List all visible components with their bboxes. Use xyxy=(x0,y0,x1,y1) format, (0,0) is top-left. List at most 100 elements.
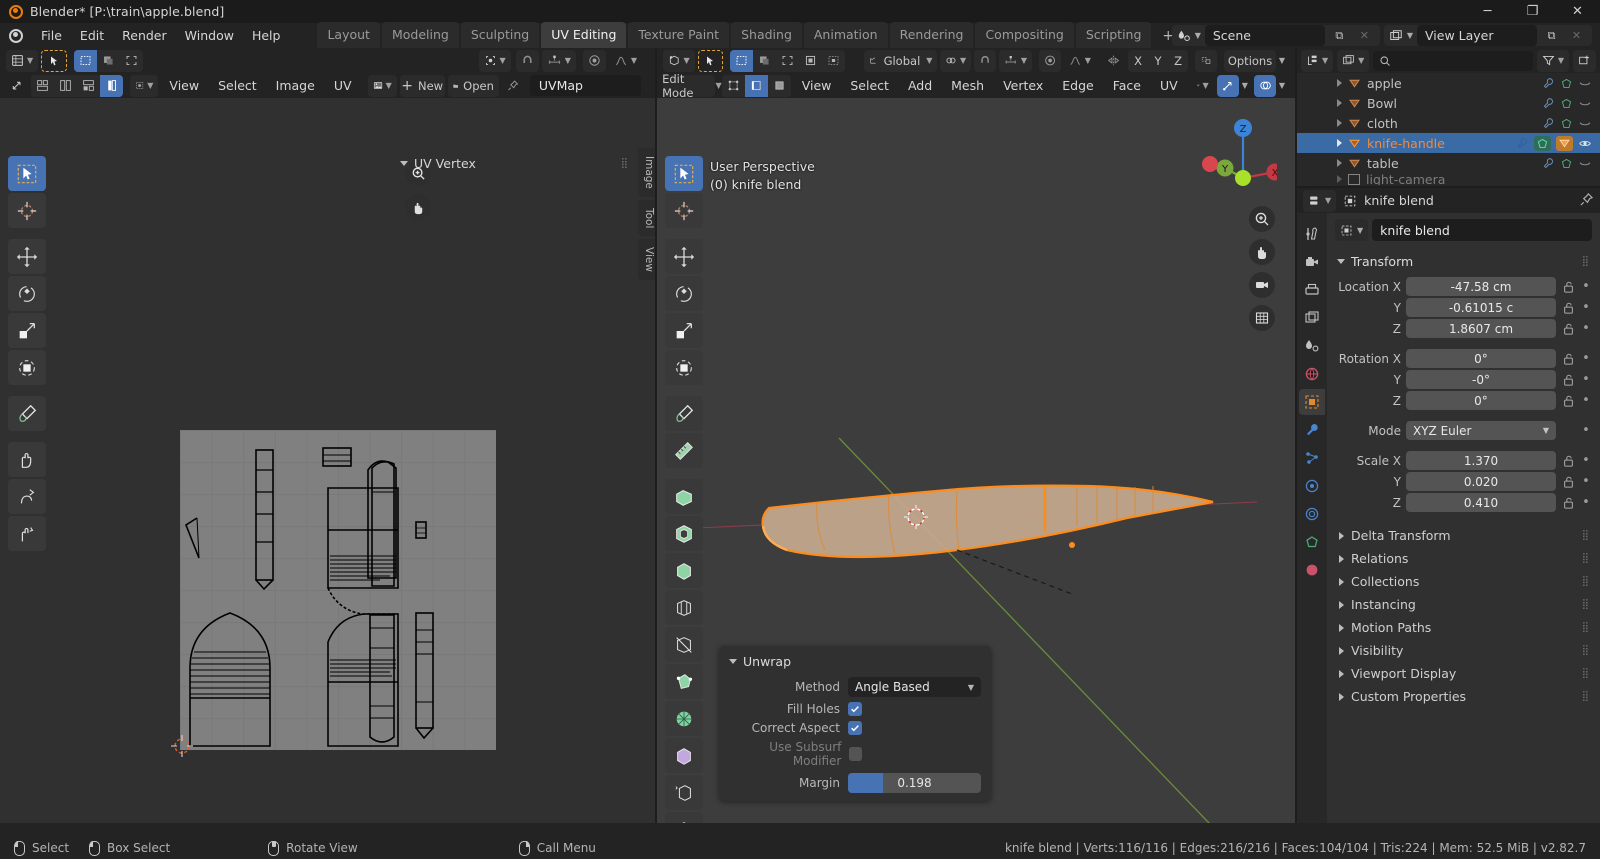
workspace-tab-shading[interactable]: Shading xyxy=(731,22,802,48)
uv-sticky-selection-button[interactable]: ▼ xyxy=(130,74,159,97)
scale-x-lock-icon[interactable] xyxy=(1561,455,1575,467)
navigation-gizmo[interactable]: Z X Y xyxy=(1193,110,1277,194)
uv-mode-edge-button[interactable] xyxy=(54,74,77,97)
pivot-point-button[interactable]: ▼ xyxy=(940,49,972,72)
properties-tab-world[interactable] xyxy=(1299,361,1325,387)
view-layer-name[interactable]: View Layer xyxy=(1417,25,1537,46)
expand-triangle-icon[interactable] xyxy=(1337,139,1342,147)
open-image-button[interactable]: Open xyxy=(447,74,499,97)
rotation-y-lock-icon[interactable] xyxy=(1561,374,1575,386)
uv-mode-vertex-button[interactable] xyxy=(31,74,54,97)
uv-tool-scale[interactable] xyxy=(8,313,46,348)
uv-sync-selection-button[interactable] xyxy=(6,75,28,97)
uv-select-island-button[interactable] xyxy=(120,49,144,72)
image-browse-button[interactable]: ▼ xyxy=(367,74,397,97)
falloff-button[interactable]: ▼ xyxy=(1064,50,1096,72)
section-custom-properties[interactable]: Custom Properties ⣿ xyxy=(1335,685,1592,708)
viewport-tool-transform[interactable] xyxy=(665,350,703,385)
pin-icon[interactable] xyxy=(1579,192,1594,207)
properties-tab-material[interactable] xyxy=(1299,557,1325,583)
viewport-tool-loop-cut[interactable] xyxy=(665,590,703,625)
viewport-tool-measure[interactable] xyxy=(665,433,703,468)
mirror-icon-button[interactable] xyxy=(1102,50,1125,72)
new-image-button[interactable]: + New xyxy=(399,74,445,97)
object-name-field[interactable]: knife blend xyxy=(1372,219,1592,241)
collection-checkbox[interactable] xyxy=(1348,173,1360,185)
properties-tab-render[interactable] xyxy=(1299,249,1325,275)
properties-tab-scene[interactable] xyxy=(1299,333,1325,359)
viewport-menu-uv[interactable]: UV xyxy=(1152,75,1186,96)
uv-proportional-edit-button[interactable] xyxy=(582,49,606,72)
viewport-menu-view[interactable]: View xyxy=(794,75,840,96)
uv-tool-grab[interactable] xyxy=(8,442,46,477)
expand-triangle-icon[interactable] xyxy=(1337,175,1342,183)
viewport-menu-edge[interactable]: Edge xyxy=(1054,75,1101,96)
expand-triangle-icon[interactable] xyxy=(1337,99,1342,107)
location-y-lock-icon[interactable] xyxy=(1561,302,1575,314)
viewport-tool-move[interactable] xyxy=(665,239,703,274)
select-extend-button[interactable] xyxy=(752,49,776,72)
viewport-menu-add[interactable]: Add xyxy=(900,75,940,96)
workspace-tab-uv-editing[interactable]: UV Editing xyxy=(541,22,627,48)
rotation-y-animate-dot[interactable]: • xyxy=(1580,373,1592,386)
viewport-tool-inset-faces[interactable] xyxy=(665,516,703,551)
rotation-mode-dropdown[interactable]: XYZ Euler ▼ xyxy=(1406,421,1556,440)
workspace-tab-layout[interactable]: Layout xyxy=(317,22,380,48)
workspace-tab-sculpting[interactable]: Sculpting xyxy=(460,22,540,48)
location-x-animate-dot[interactable]: • xyxy=(1580,280,1592,293)
rotation-x-animate-dot[interactable]: • xyxy=(1580,352,1592,365)
eye-icon[interactable] xyxy=(1578,137,1592,150)
minimize-button[interactable]: ─ xyxy=(1465,0,1510,23)
maximize-button[interactable]: ❐ xyxy=(1510,0,1555,23)
mesh-select-face-button[interactable] xyxy=(767,74,791,97)
new-view-layer-button[interactable]: ⧉ xyxy=(1541,25,1562,46)
mesh-data-icon[interactable] xyxy=(1560,77,1573,90)
wrench-icon[interactable] xyxy=(1516,137,1529,150)
properties-tab-constraint[interactable] xyxy=(1299,501,1325,527)
outliner-row-light-camera[interactable]: light-camera xyxy=(1297,173,1600,185)
workspace-tab-compositing[interactable]: Compositing xyxy=(975,22,1074,48)
menu-edit[interactable]: Edit xyxy=(71,24,113,47)
rotation-z-lock-icon[interactable] xyxy=(1561,395,1575,407)
scale-x-animate-dot[interactable]: • xyxy=(1580,454,1592,467)
snap-toggle-button[interactable] xyxy=(974,49,997,72)
scale-y-animate-dot[interactable]: • xyxy=(1580,475,1592,488)
hidden-eye-icon[interactable] xyxy=(1578,97,1592,110)
show-overlays-button[interactable] xyxy=(1253,74,1276,97)
viewport-tool-poly-build[interactable] xyxy=(665,664,703,699)
section-visibility[interactable]: Visibility ⣿ xyxy=(1335,639,1592,662)
uv-sidebar-panel-header[interactable]: UV Vertex ⣿ xyxy=(400,156,635,171)
viewport-tool-edge-slide[interactable] xyxy=(665,775,703,810)
outliner-filter-button[interactable]: ▼ xyxy=(1536,49,1569,72)
scene-selector[interactable]: ▼ Scene ⧉ ✕ xyxy=(1171,25,1380,46)
rotation-x-field[interactable]: 0° xyxy=(1406,349,1556,368)
fill-holes-checkbox[interactable] xyxy=(848,702,862,716)
mesh-select-vertex-button[interactable] xyxy=(721,74,745,97)
viewport-editor-type-button[interactable]: ▼ xyxy=(663,49,695,72)
viewport-menu-select[interactable]: Select xyxy=(842,75,897,96)
workspace-tab-animation[interactable]: Animation xyxy=(803,22,888,48)
outliner-id-filter-button[interactable]: ▼ xyxy=(1337,49,1370,72)
uv-map-name-field[interactable]: UVMap xyxy=(529,75,642,96)
mesh-select-edge-button[interactable] xyxy=(744,74,768,97)
snap-mode-button[interactable]: ▼ xyxy=(999,49,1033,72)
viewport-tool-spin[interactable] xyxy=(665,701,703,736)
uv-tool-transform[interactable] xyxy=(8,350,46,385)
scale-z-field[interactable]: 0.410 xyxy=(1406,493,1556,512)
outliner-row-table[interactable]: table xyxy=(1297,153,1600,173)
mesh-data-icon[interactable] xyxy=(1560,117,1573,130)
properties-tab-object[interactable] xyxy=(1299,389,1325,415)
object-data-browse-button[interactable]: ▼ xyxy=(1335,219,1369,241)
workspace-tab-scripting[interactable]: Scripting xyxy=(1075,22,1152,48)
viewport-tool-cursor[interactable] xyxy=(665,193,703,228)
outliner-row-apple[interactable]: apple xyxy=(1297,73,1600,93)
mesh-data-icon[interactable] xyxy=(1560,97,1573,110)
hidden-eye-icon[interactable] xyxy=(1578,157,1592,170)
scene-name[interactable]: Scene xyxy=(1204,25,1325,46)
interaction-mode-selector[interactable]: Edit Mode ▼ xyxy=(662,72,721,100)
outliner-row-knife-handle[interactable]: knife-handle xyxy=(1297,133,1600,153)
show-gizmo-button[interactable] xyxy=(1216,74,1239,97)
expand-triangle-icon[interactable] xyxy=(1337,119,1342,127)
scale-y-field[interactable]: 0.020 xyxy=(1406,472,1556,491)
uv-tool-relax[interactable] xyxy=(8,479,46,514)
